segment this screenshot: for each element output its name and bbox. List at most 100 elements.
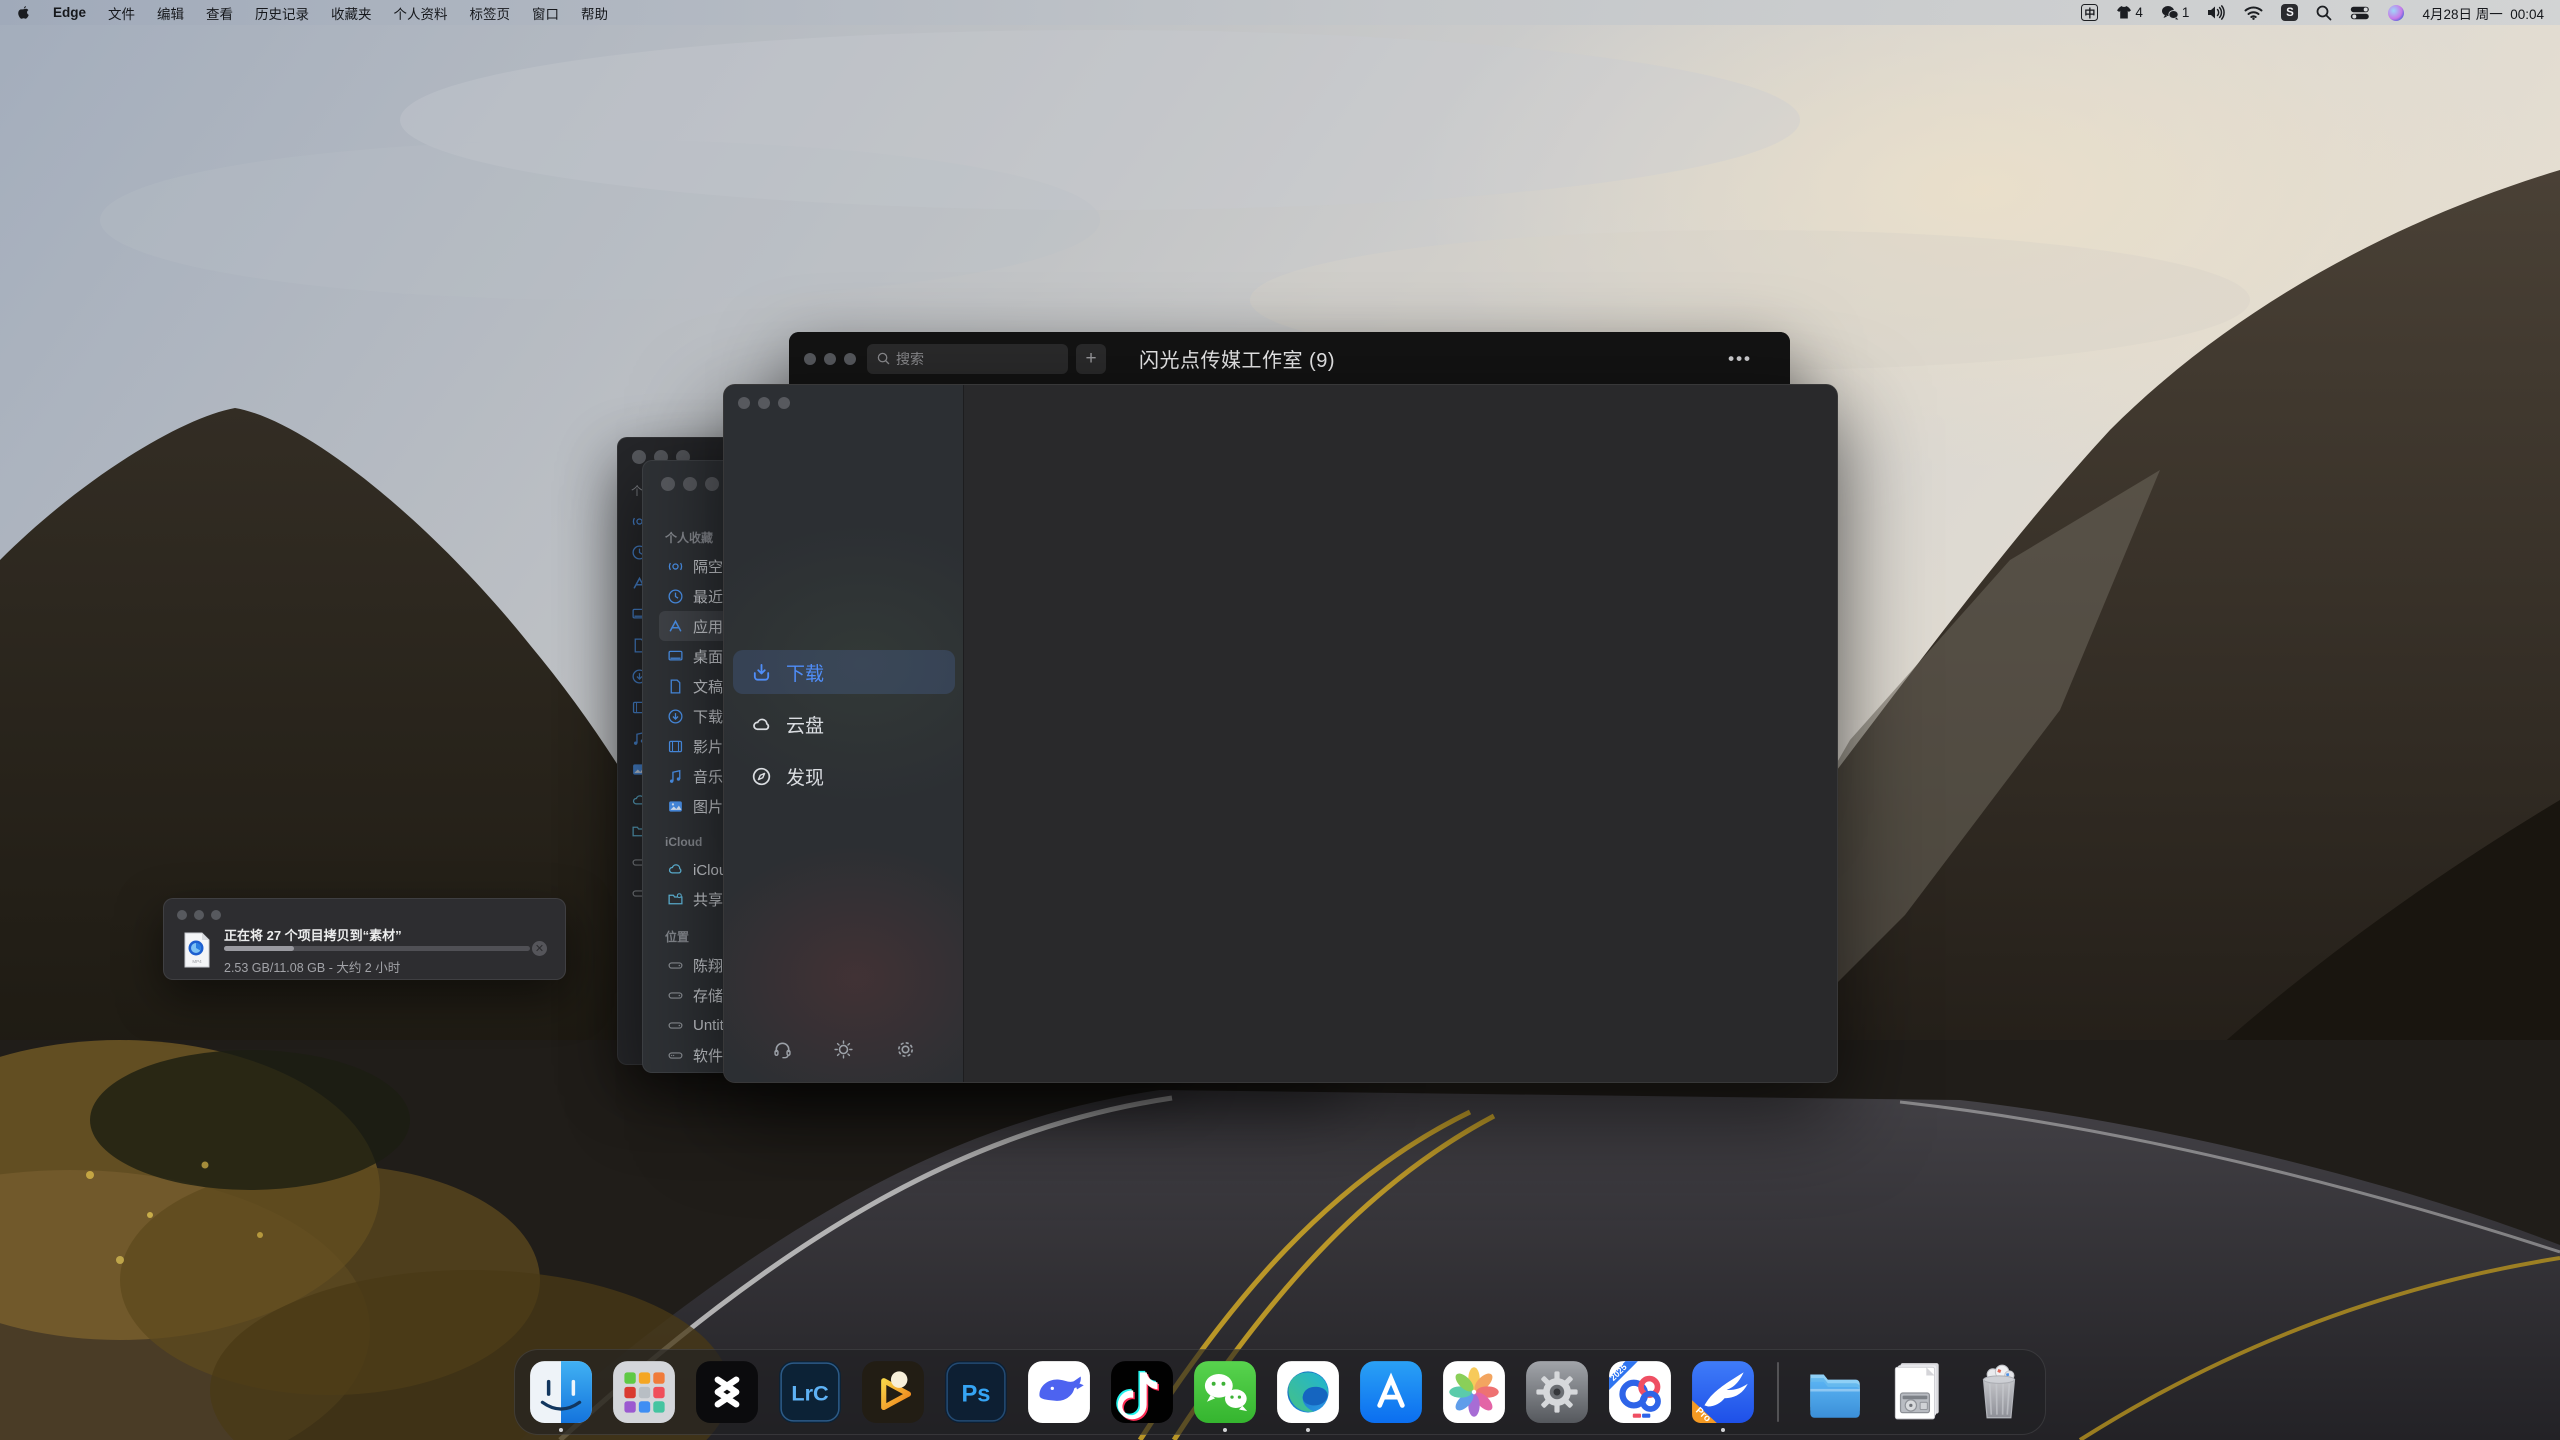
- apple-logo-icon[interactable]: [16, 4, 31, 21]
- app-store-icon: [1358, 1359, 1424, 1425]
- media-player-icon: [860, 1359, 926, 1425]
- dock-douyin[interactable]: [1109, 1359, 1175, 1425]
- copy-progress-title: 正在将 27 个项目拷贝到“素材”: [224, 925, 402, 944]
- dock-photoshop[interactable]: Ps: [943, 1359, 1009, 1425]
- xunlei-bird-icon: Pro: [1690, 1359, 1756, 1425]
- finder-icon: [528, 1359, 594, 1425]
- menu-file[interactable]: 文件: [108, 3, 135, 23]
- tshirt-icon: [2116, 5, 2132, 20]
- recents-icon: [667, 588, 684, 605]
- dock-finder[interactable]: [528, 1359, 594, 1425]
- menu-window[interactable]: 窗口: [532, 3, 559, 23]
- xunlei-window[interactable]: 下载 云盘 发现: [723, 384, 1838, 1083]
- dock-system-settings[interactable]: [1524, 1359, 1590, 1425]
- close-button[interactable]: [738, 397, 750, 409]
- menu-view[interactable]: 查看: [206, 3, 233, 23]
- settings-gear-icon[interactable]: [895, 1039, 916, 1060]
- dock-wechat[interactable]: [1192, 1359, 1258, 1425]
- chat-more-button[interactable]: •••: [1728, 349, 1752, 369]
- running-indicator: [559, 1428, 563, 1432]
- svg-text:Ps: Ps: [962, 1381, 991, 1407]
- running-indicator: [1306, 1428, 1310, 1432]
- xunlei-sidebar: 下载 云盘 发现: [724, 385, 964, 1082]
- input-method-indicator[interactable]: 中: [2081, 4, 2098, 21]
- support-headset-icon[interactable]: [772, 1039, 793, 1060]
- dock-disk-image[interactable]: [1883, 1359, 1949, 1425]
- dock-deepseek[interactable]: [1026, 1359, 1092, 1425]
- zoom-button[interactable]: [778, 397, 790, 409]
- close-button[interactable]: [632, 450, 646, 464]
- photos-icon: [1441, 1359, 1507, 1425]
- wechat-status[interactable]: 1: [2161, 5, 2190, 20]
- wechat-menubar-icon: [2161, 5, 2179, 20]
- clothing-app-status[interactable]: 4: [2116, 5, 2143, 20]
- menu-tabs[interactable]: 标签页: [470, 3, 511, 23]
- pictures-icon: [667, 798, 684, 815]
- volume-icon[interactable]: [2207, 5, 2226, 20]
- dock-photos[interactable]: [1441, 1359, 1507, 1425]
- nav-item-cloud-drive[interactable]: 云盘: [733, 702, 955, 746]
- minimize-button[interactable]: [194, 910, 204, 920]
- douyin-icon: [1109, 1359, 1175, 1425]
- drive-icon: [667, 987, 684, 1004]
- zoom-button[interactable]: [844, 353, 856, 365]
- minimize-button[interactable]: [758, 397, 770, 409]
- music-icon: [667, 768, 684, 785]
- menu-profiles[interactable]: 个人资料: [394, 3, 448, 23]
- system-settings-icon: [1524, 1359, 1590, 1425]
- siri-icon[interactable]: [2388, 5, 2404, 21]
- dock-launchpad[interactable]: [611, 1359, 677, 1425]
- control-center-icon[interactable]: [2350, 6, 2370, 20]
- dock-baidu-netdisk[interactable]: 2025: [1607, 1359, 1673, 1425]
- minimize-button[interactable]: [683, 477, 697, 491]
- disk-image-file-icon: [1883, 1359, 1949, 1425]
- svg-text:MP4: MP4: [192, 959, 202, 964]
- nav-item-downloads[interactable]: 下载: [733, 650, 955, 694]
- menu-history[interactable]: 历史记录: [255, 3, 309, 23]
- capcut-icon: [694, 1359, 760, 1425]
- dock-lightroom-classic[interactable]: LrC: [777, 1359, 843, 1425]
- close-button[interactable]: [177, 910, 187, 920]
- wechat-icon: [1192, 1359, 1258, 1425]
- menu-favorites[interactable]: 收藏夹: [331, 3, 372, 23]
- search-input[interactable]: 搜索: [867, 344, 1068, 374]
- airdrop-icon: [667, 558, 684, 575]
- dock-trash[interactable]: [1966, 1359, 2032, 1425]
- baidu-netdisk-icon: 2025: [1607, 1359, 1673, 1425]
- copy-progress-window[interactable]: MP4 正在将 27 个项目拷贝到“素材” ✕ 2.53 GB/11.08 GB…: [163, 898, 566, 980]
- dock-capcut[interactable]: [694, 1359, 760, 1425]
- progress-bar-fill: [224, 946, 294, 951]
- drive-icon: [667, 957, 684, 974]
- copy-progress-detail: 2.53 GB/11.08 GB - 大约 2 小时: [224, 957, 400, 976]
- close-button[interactable]: [661, 477, 675, 491]
- minimize-button[interactable]: [824, 353, 836, 365]
- add-contact-button[interactable]: +: [1076, 344, 1106, 374]
- menu-bar-clock[interactable]: 4月28日 周一 00:04: [2422, 3, 2544, 23]
- dock-edge[interactable]: [1275, 1359, 1341, 1425]
- wifi-icon[interactable]: [2244, 6, 2263, 20]
- nav-item-discover[interactable]: 发现: [733, 754, 955, 798]
- s-app-status-icon[interactable]: S: [2281, 4, 2298, 21]
- photoshop-icon: Ps: [943, 1359, 1009, 1425]
- drive-icon: [667, 1047, 684, 1064]
- trash-full-icon: [1966, 1359, 2032, 1425]
- stop-copy-button[interactable]: ✕: [532, 941, 547, 956]
- spotlight-search-icon[interactable]: [2316, 5, 2332, 21]
- mp4-file-icon: MP4: [184, 932, 210, 968]
- dock-xunlei[interactable]: Pro: [1690, 1359, 1756, 1425]
- applications-icon: [667, 618, 684, 635]
- active-app-menu[interactable]: Edge: [53, 5, 86, 20]
- theme-toggle-icon[interactable]: [833, 1039, 854, 1060]
- zoom-button[interactable]: [211, 910, 221, 920]
- cloud-icon: [751, 714, 772, 735]
- wechat-titlebar: 搜索 + 闪光点传媒工作室 (9) •••: [789, 332, 1790, 385]
- close-button[interactable]: [804, 353, 816, 365]
- menu-edit[interactable]: 编辑: [157, 3, 184, 23]
- dock-media-player[interactable]: [860, 1359, 926, 1425]
- zoom-button[interactable]: [705, 477, 719, 491]
- dock-downloads-folder[interactable]: [1800, 1359, 1866, 1425]
- dock: LrC Ps: [514, 1349, 2046, 1435]
- compass-icon: [751, 766, 772, 787]
- menu-help[interactable]: 帮助: [581, 3, 608, 23]
- dock-app-store[interactable]: [1358, 1359, 1424, 1425]
